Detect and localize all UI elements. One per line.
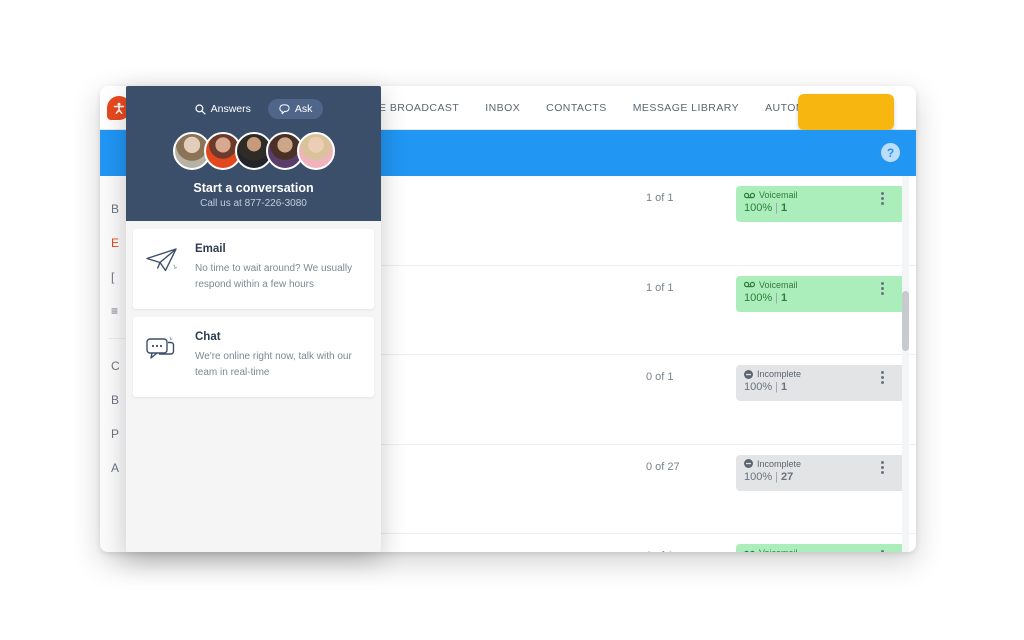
sidebar-item-4-label: C (111, 359, 120, 373)
minus-circle-icon (744, 369, 753, 379)
status-label: Voicemail (759, 190, 798, 200)
widget-phone-number: Call us at 877-226-3080 (200, 198, 307, 209)
primary-cta-button[interactable] (798, 94, 894, 130)
row-count: 1 of 1 (646, 550, 674, 552)
nav-links: E BROADCAST INBOX CONTACTS MESSAGE LIBRA… (379, 102, 839, 114)
status-label: Incomplete (757, 458, 802, 469)
tab-ask[interactable]: Ask (267, 99, 324, 119)
sidebar-item-6-label: P (111, 427, 120, 441)
minus-circle-icon (744, 459, 753, 468)
tab-answers-label: Answers (210, 103, 251, 115)
status-label: Voicemail (759, 279, 798, 290)
row-count: 0 of 27 (646, 460, 680, 473)
tab-ask-label: Ask (294, 103, 313, 115)
row-menu-button[interactable] (875, 371, 889, 386)
widget-title: Start a conversation (193, 181, 314, 195)
sidebar-item-3-label: ≡ (111, 304, 119, 318)
nav-link-message-library[interactable]: MESSAGE LIBRARY (633, 102, 739, 114)
widget-tab-group: Answers Ask (126, 99, 381, 119)
status-total: 1 (781, 202, 788, 214)
chat-support-widget: Answers Ask Start a conversation Call us… (126, 86, 381, 552)
chat-bubbles-icon (145, 331, 183, 381)
row-menu-button[interactable] (875, 550, 889, 552)
sidebar-item-7-label: A (111, 461, 120, 475)
status-label: Incomplete (757, 369, 802, 379)
sidebar-item-1-label: E (111, 236, 120, 250)
status-percent: 100% (744, 291, 773, 304)
search-icon (195, 103, 206, 115)
status-total: 1 (781, 291, 788, 304)
row-count: 1 of 1 (646, 281, 674, 294)
voicemail-icon (744, 192, 755, 198)
speech-bubble-icon (279, 103, 290, 114)
row-count: 1 of 1 (646, 192, 674, 204)
paper-plane-icon (145, 243, 183, 293)
nav-link-inbox[interactable]: INBOX (485, 102, 520, 114)
status-label: Voicemail (759, 548, 798, 552)
voicemail-icon (744, 550, 755, 552)
row-count: 0 of 1 (646, 371, 674, 383)
chat-option-card[interactable]: Chat We're online right now, talk with o… (133, 317, 374, 397)
email-option-card[interactable]: Email No time to wait around? We usually… (133, 229, 374, 309)
status-percent: 100% (744, 381, 773, 393)
sidebar-item-5-label: B (111, 393, 120, 407)
email-option-description: No time to wait around? We usually respo… (195, 263, 353, 290)
row-menu-button[interactable] (875, 192, 889, 207)
status-total: 27 (781, 470, 794, 483)
widget-header: Answers Ask Start a conversation Call us… (126, 86, 381, 221)
row-menu-button[interactable] (875, 460, 889, 476)
nav-link-contacts[interactable]: CONTACTS (546, 102, 607, 114)
chat-option-title: Chat (195, 331, 221, 343)
avatar (296, 132, 335, 170)
status-total: 1 (781, 381, 788, 393)
scrollbar-track[interactable] (902, 176, 909, 552)
nav-link-create-broadcast[interactable]: E BROADCAST (379, 102, 459, 114)
email-option-title: Email (195, 243, 226, 255)
sidebar-item-0-label: B (111, 202, 120, 216)
status-percent: 100% (744, 202, 773, 214)
help-icon[interactable]: ? (881, 143, 900, 162)
chat-option-description: We're online right now, talk with our te… (195, 351, 352, 378)
row-menu-button[interactable] (875, 281, 889, 297)
voicemail-icon (744, 281, 755, 288)
status-percent: 100% (744, 470, 773, 483)
tab-answers[interactable]: Answers (184, 99, 262, 119)
agent-avatar-group (126, 132, 381, 170)
scrollbar-thumb[interactable] (902, 291, 909, 351)
sidebar-item-2-label: [ (111, 270, 115, 284)
